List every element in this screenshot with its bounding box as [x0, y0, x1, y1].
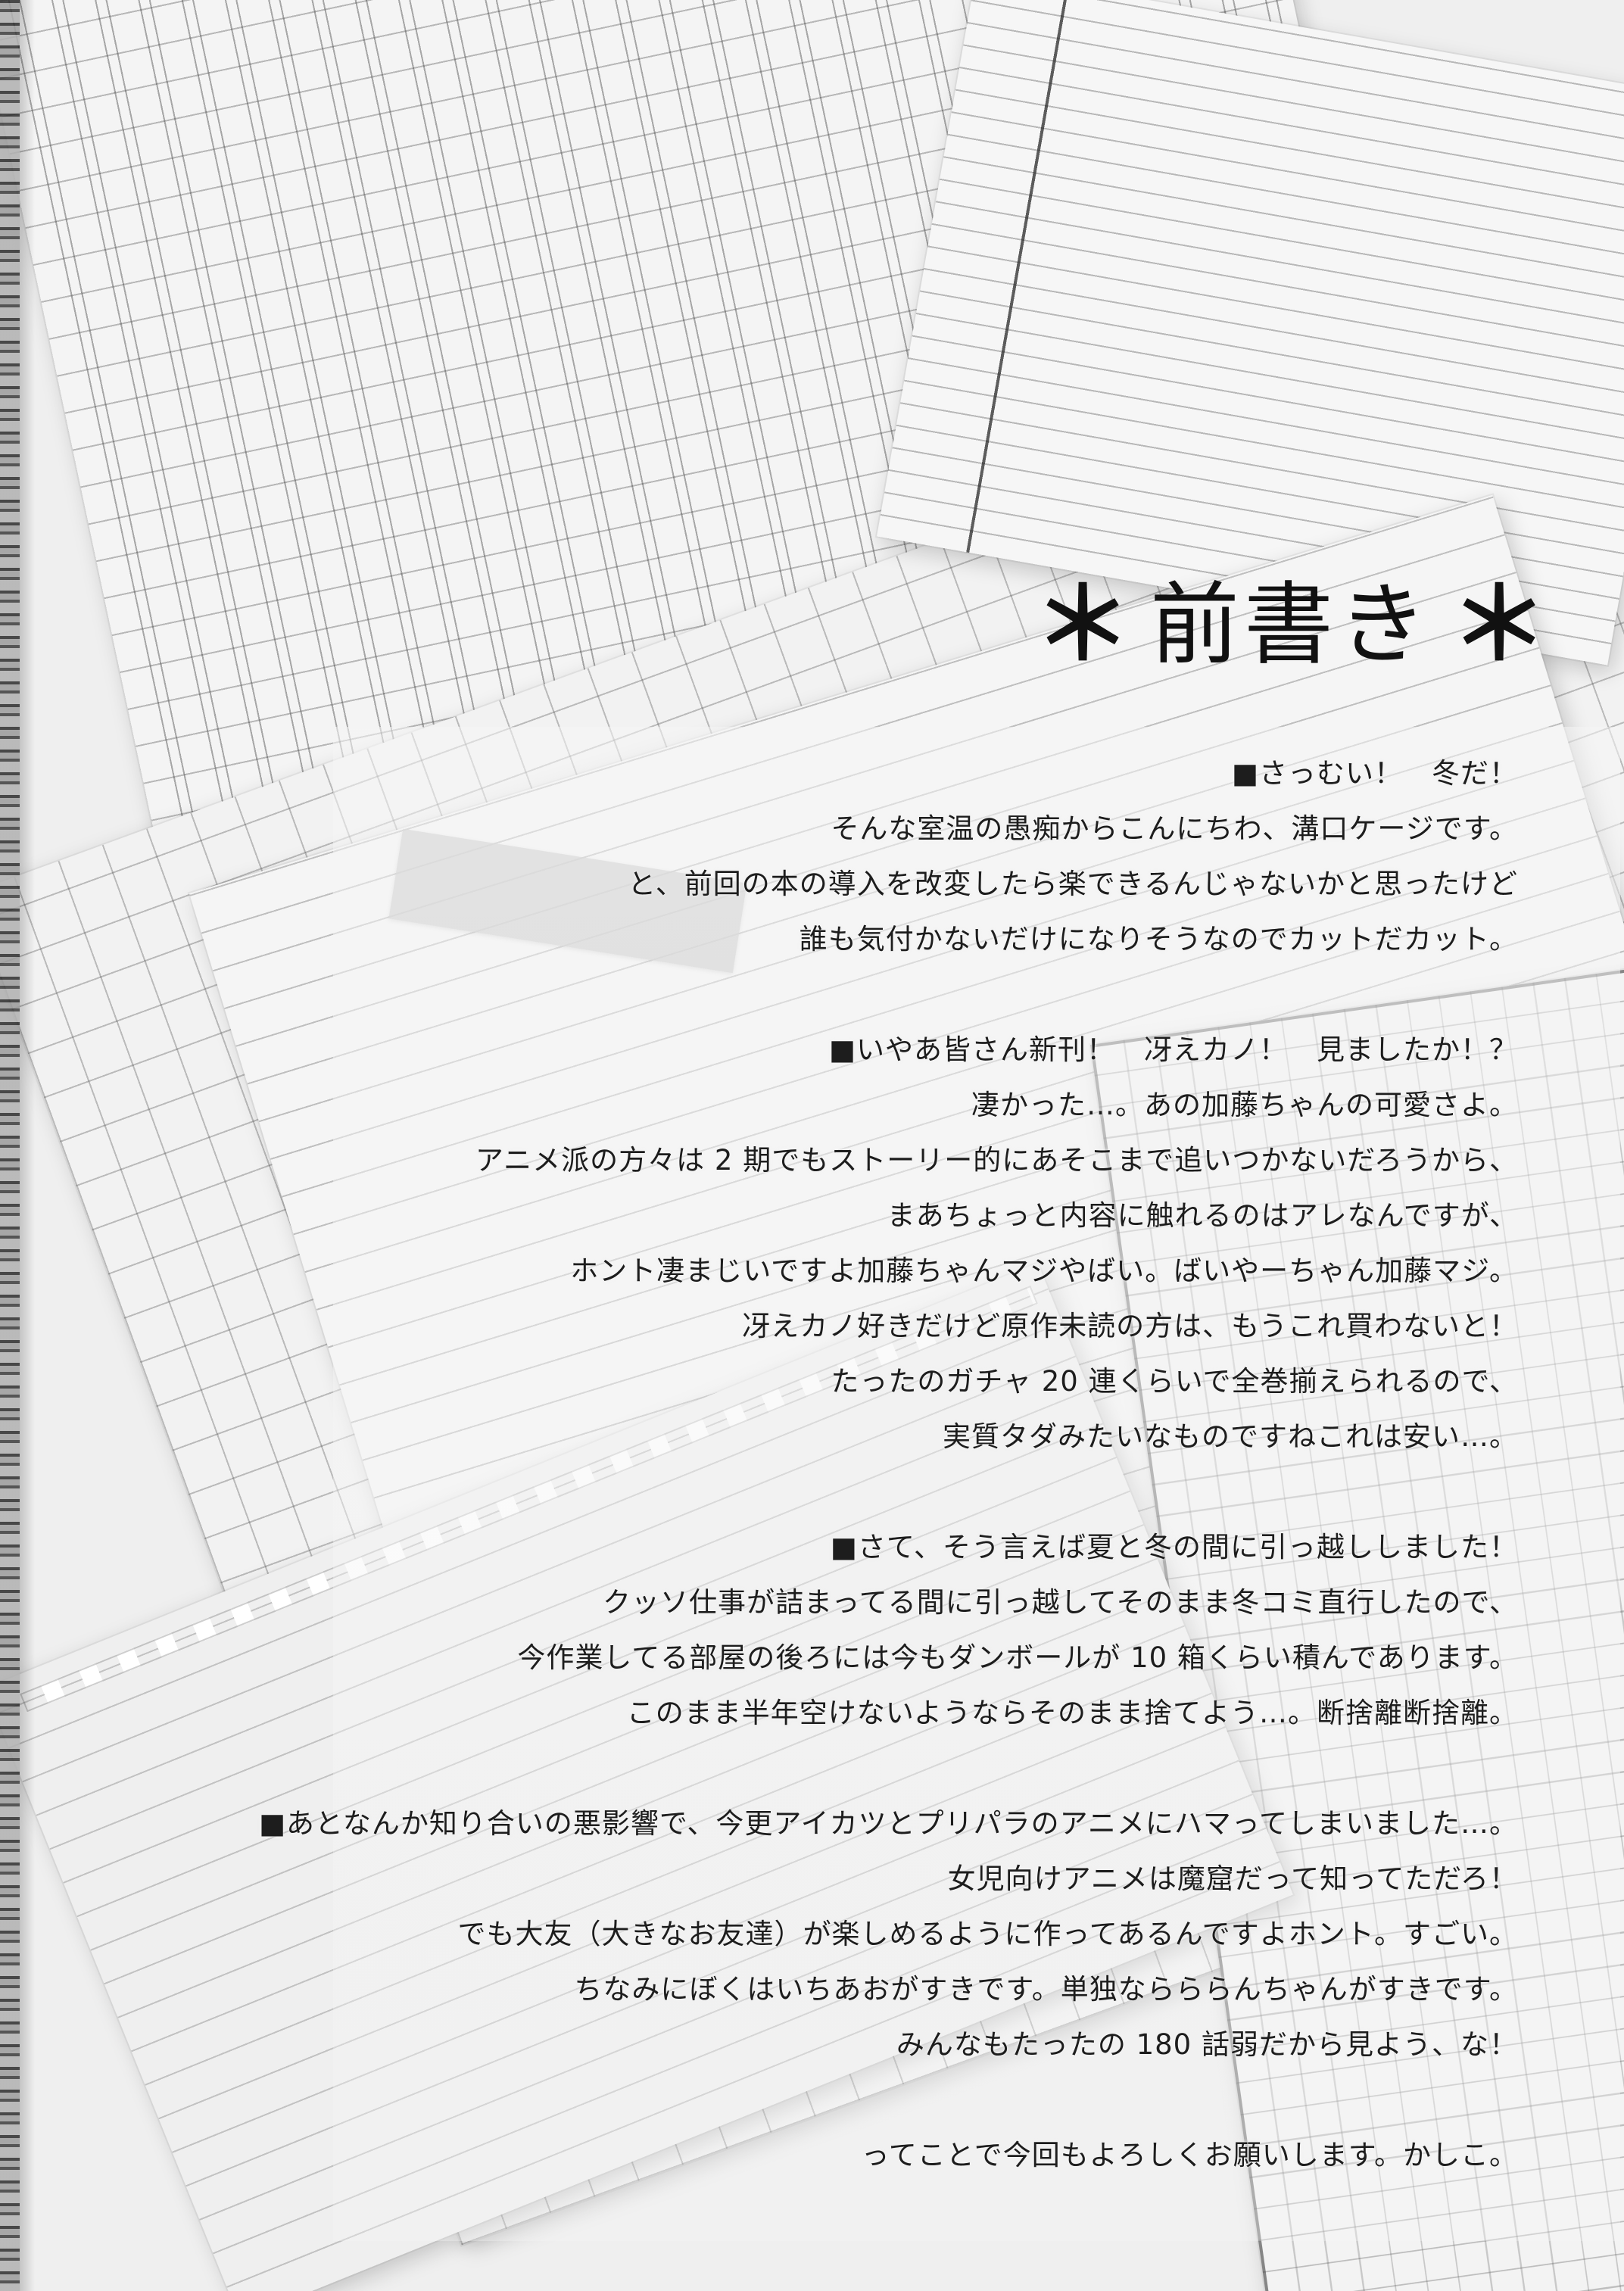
paragraph: ■いやあ皆さん新刊！ 冴えカノ！ 見ましたか！？ 凄かった…。あの加藤ちゃんの可…: [79, 1022, 1518, 1464]
text-line: クッソ仕事が詰まってる間に引っ越してそのまま冬コミ直行したので、: [603, 1586, 1518, 1619]
text-line: 凄かった…。あの加藤ちゃんの可愛さよ。: [971, 1089, 1518, 1121]
text-line: と、前回の本の導入を改変したら楽できるんじゃないかと思ったけど: [628, 868, 1518, 900]
text-line: このまま半年空けないようならそのまま捨てよう…。断捨離断捨離。: [626, 1697, 1518, 1729]
text-line: ホント凄まじいですよ加藤ちゃんマジやばい。ばいやーちゃん加藤マジ。: [570, 1255, 1518, 1287]
paragraph: ってことで今回もよろしくお願いします。かしこ。: [79, 2127, 1518, 2183]
manga-page: ＊ 前書き ＊ ■さっむい！ 冬だ！ そんな室温の愚痴からこんにちわ、溝口ケージ…: [0, 0, 1624, 2291]
binding-edge: [0, 0, 20, 2291]
text-line: 誰も気付かないだけになりそうなのでカットだカット。: [799, 923, 1518, 955]
text-line: ■あとなんか知り合いの悪影響で、今更アイカツとプリパラのアニメにハマってしまいま…: [259, 1807, 1518, 1840]
text-line: 女児向けアニメは魔窟だって知ってただろ！: [947, 1862, 1518, 1895]
text-line: みんなもたったの 180 話弱だから見よう、な！: [896, 2028, 1518, 2061]
text-line: ■さっむい！ 冬だ！: [1232, 757, 1518, 790]
title-text: 前書き: [1149, 572, 1432, 677]
text-line: まあちょっと内容に触れるのはアレなんですが、: [887, 1199, 1518, 1232]
paragraph: ■あとなんか知り合いの悪影響で、今更アイカツとプリパラのアニメにハマってしまいま…: [79, 1796, 1518, 2072]
text-line: そんな室温の愚痴からこんにちわ、溝口ケージです。: [831, 812, 1518, 845]
paragraph: ■さっむい！ 冬だ！ そんな室温の愚痴からこんにちわ、溝口ケージです。 と、前回…: [79, 746, 1518, 967]
text-line: 今作業してる部屋の後ろには今もダンボールが 10 箱くらい積んであります。: [517, 1641, 1518, 1674]
text-line: 冴えカノ好きだけど原作未読の方は、もうこれ買わないと！: [742, 1310, 1518, 1342]
text-line: ■さて、そう言えば夏と冬の間に引っ越ししました！: [830, 1531, 1518, 1563]
text-line: ちなみにぼくはいちあおがすきです。単独ならららんちゃんがすきです。: [574, 1973, 1518, 2006]
binding-shadow: [20, 0, 35, 2291]
preface-body: ■さっむい！ 冬だ！ そんな室温の愚痴からこんにちわ、溝口ケージです。 と、前回…: [79, 746, 1518, 2183]
text-line: アニメ派の方々は 2 期でもストーリー的にあそこまで追いつかないだろうから、: [475, 1144, 1518, 1177]
text-line: でも大友（大きなお友達）が楽しめるように作ってあるんですよホント。すごい。: [457, 1918, 1518, 1950]
text-line: 実質タダみたいなものですねこれは安い…。: [943, 1420, 1518, 1453]
text-line: たったのガチャ 20 連くらいで全巻揃えられるので、: [831, 1365, 1518, 1398]
text-line: ■いやあ皆さん新刊！ 冴えカノ！ 見ましたか！？: [829, 1033, 1518, 1066]
closing-line: ってことで今回もよろしくお願いします。かしこ。: [861, 2139, 1518, 2171]
page-title: ＊ 前書き ＊: [1033, 575, 1548, 674]
paragraph: ■さて、そう言えば夏と冬の間に引っ越ししました！ クッソ仕事が詰まってる間に引っ…: [79, 1520, 1518, 1741]
asterisk-left-icon: ＊: [1033, 567, 1132, 682]
asterisk-right-icon: ＊: [1449, 567, 1548, 682]
